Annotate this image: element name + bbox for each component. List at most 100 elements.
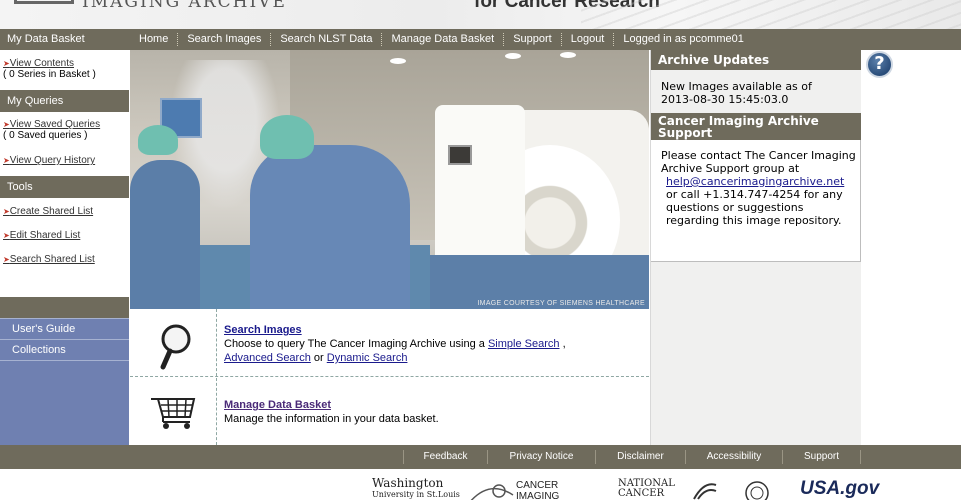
site-logo-mark: [14, 0, 74, 4]
dynamic-search-link[interactable]: Dynamic Search: [327, 352, 408, 364]
archive-updates-heading: Archive Updates: [651, 50, 861, 70]
search-shared-list-label: Search Shared List: [9, 254, 95, 265]
queries-section: ➤View Saved Queries ( 0 Saved queries ) …: [0, 112, 129, 176]
cancer-imaging-line-1: CANCER: [516, 480, 559, 491]
nci-logo[interactable]: NATIONAL CANCER: [618, 479, 675, 499]
tools-heading: Tools: [0, 176, 129, 198]
arrow-icon: ➤: [3, 120, 10, 129]
support-email-link[interactable]: help@cancerimagingarchive.net: [661, 175, 856, 188]
manage-data-basket-link[interactable]: Manage Data Basket: [224, 398, 644, 412]
footer-accessibility-link[interactable]: Accessibility: [685, 450, 782, 464]
nav-logout[interactable]: Logout: [562, 33, 615, 46]
search-desc-comma: ,: [562, 338, 566, 350]
footer-support-link[interactable]: Support: [782, 450, 861, 464]
ceiling-light: [560, 52, 576, 58]
footer-privacy-link[interactable]: Privacy Notice: [487, 450, 595, 464]
view-query-history-link[interactable]: ➤View Query History: [0, 155, 129, 166]
header-decoration: [581, 0, 961, 29]
surgeon-cap: [138, 125, 178, 155]
footer-disclaimer-link[interactable]: Disclaimer: [595, 450, 685, 464]
support-text-2: or call +1.314.747-4254 for any question…: [666, 188, 843, 227]
view-contents-link[interactable]: ➤View Contents: [0, 58, 129, 69]
updates-line-1: New Images available as of: [661, 80, 812, 93]
left-sidebar: ➤View Contents ( 0 Series in Basket ) My…: [0, 50, 129, 467]
support-text-1: Please contact The Cancer Imaging Archiv…: [661, 149, 856, 175]
hhs-logo-icon[interactable]: [690, 479, 720, 500]
updates-date: 2013-08-30 15:45:03.0: [661, 93, 789, 106]
main-nav: Home Search Images Search NLST Data Mana…: [130, 29, 753, 50]
data-basket-heading: My Data Basket: [7, 33, 85, 45]
search-shared-list-link[interactable]: ➤Search Shared List: [0, 254, 129, 265]
my-queries-heading: My Queries: [0, 90, 129, 112]
create-shared-list-link[interactable]: ➤Create Shared List: [0, 206, 129, 217]
support-heading-line-2: Support: [658, 126, 713, 140]
magnifier-icon[interactable]: [130, 309, 217, 377]
view-saved-queries-label: View Saved Queries: [9, 119, 101, 130]
collections-link[interactable]: Collections: [0, 340, 129, 361]
nav-manage-data-basket[interactable]: Manage Data Basket: [382, 33, 505, 46]
right-panel: Archive Updates New Images available as …: [650, 50, 861, 445]
nci-line-2: CANCER: [618, 488, 665, 499]
search-images-desc: Choose to query The Cancer Imaging Archi…: [224, 337, 644, 365]
create-shared-list-label: Create Shared List: [9, 206, 94, 217]
search-icon-cell: [130, 309, 217, 376]
view-contents-label: View Contents: [9, 58, 74, 69]
users-guide-link[interactable]: User's Guide: [0, 319, 129, 340]
view-query-history-label: View Query History: [9, 155, 96, 166]
image-credit: IMAGE COURTESY OF SIEMENS HEALTHCARE: [477, 300, 645, 307]
basket-section: ➤View Contents ( 0 Series in Basket ): [0, 50, 129, 90]
search-images-row: Search Images Choose to query The Cancer…: [130, 309, 649, 377]
arrow-icon: ➤: [3, 207, 10, 216]
search-images-text: Search Images Choose to query The Cancer…: [224, 323, 644, 365]
edit-shared-list-label: Edit Shared List: [9, 230, 81, 241]
simple-search-link[interactable]: Simple Search: [488, 338, 560, 350]
footer-bar: Feedback Privacy Notice Disclaimer Acces…: [0, 445, 961, 469]
help-icon[interactable]: ?: [866, 51, 893, 78]
cancer-imaging-logo[interactable]: CANCER IMAGING: [516, 480, 559, 500]
nav-search-images[interactable]: Search Images: [178, 33, 272, 46]
manage-basket-row: Manage Data Basket Manage the informatio…: [130, 378, 649, 445]
nav-support[interactable]: Support: [504, 33, 562, 46]
nav-search-nlst-data[interactable]: Search NLST Data: [271, 33, 383, 46]
scanner-display: [448, 145, 472, 165]
view-saved-queries-link[interactable]: ➤View Saved Queries: [0, 119, 129, 130]
partner-logos: Washington University in St.Louis CANCER…: [0, 469, 961, 500]
manage-basket-desc: Manage the information in your data bask…: [224, 413, 439, 425]
cancer-imaging-logo-mark: [470, 484, 514, 500]
series-count: ( 0 Series in Basket ): [3, 69, 96, 80]
arrow-icon: ➤: [3, 231, 10, 240]
ceiling-light: [390, 58, 406, 64]
search-images-link[interactable]: Search Images: [224, 323, 644, 337]
nav-home[interactable]: Home: [130, 33, 179, 46]
surgeon-figure: [130, 160, 200, 309]
tools-section: ➤Create Shared List ➤Edit Shared List ➤S…: [0, 198, 129, 297]
site-logo-text: IMAGING ARCHIVE: [82, 0, 287, 12]
support-body: Please contact The Cancer Imaging Archiv…: [651, 140, 861, 262]
ceiling-light: [505, 53, 521, 59]
advanced-search-link[interactable]: Advanced Search: [224, 352, 311, 364]
usagov-logo[interactable]: USA.gov: [800, 478, 879, 500]
footer-feedback-link[interactable]: Feedback: [403, 450, 487, 464]
sidebar-divider-bar: [0, 297, 129, 318]
saved-queries-count: ( 0 Saved queries ): [3, 130, 88, 141]
nih-seal-icon[interactable]: [742, 479, 772, 500]
search-desc-prefix: Choose to query The Cancer Imaging Archi…: [224, 338, 485, 350]
surgeon-cap: [260, 115, 314, 159]
arrow-icon: ➤: [3, 59, 10, 68]
surgeon-figure: [250, 145, 410, 309]
edit-shared-list-link[interactable]: ➤Edit Shared List: [0, 230, 129, 241]
mri-scanner-cover: [435, 105, 525, 275]
archive-updates-body: New Images available as of 2013-08-30 15…: [651, 70, 861, 113]
logged-in-user: Logged in as pcomme01: [623, 33, 744, 45]
arrow-icon: ➤: [3, 156, 10, 165]
search-desc-or: or: [313, 352, 324, 364]
washu-logo-line-1: Washington: [372, 476, 444, 490]
arrow-icon: ➤: [3, 255, 10, 264]
cancer-imaging-line-2: IMAGING: [516, 491, 560, 500]
washu-logo[interactable]: Washington University in St.Louis: [372, 476, 460, 500]
manage-basket-text: Manage Data Basket Manage the informatio…: [224, 398, 644, 426]
site-header: IMAGING ARCHIVE for Cancer Research: [0, 0, 961, 29]
shopping-cart-icon[interactable]: [130, 378, 217, 445]
action-list: Search Images Choose to query The Cancer…: [130, 309, 649, 445]
support-heading: Cancer Imaging Archive Support: [651, 113, 861, 140]
